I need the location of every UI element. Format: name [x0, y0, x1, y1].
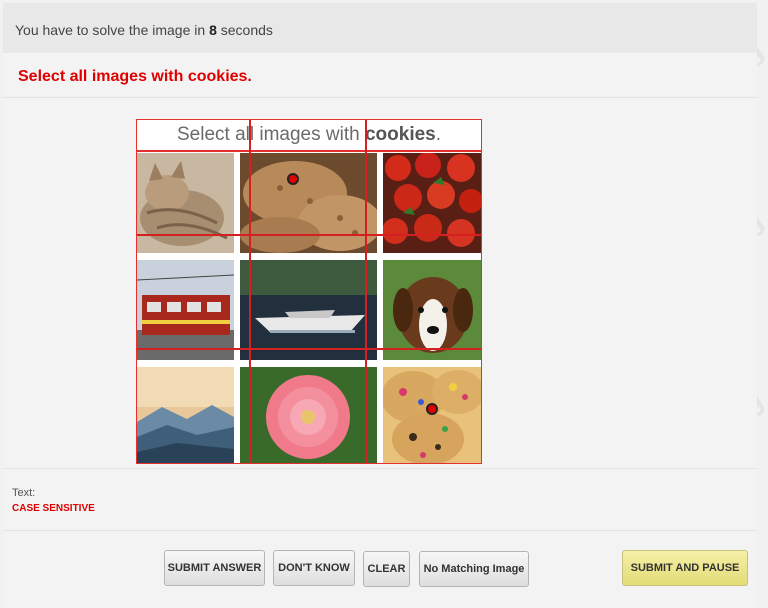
divider [3, 97, 757, 98]
captcha-title-keyword: cookies [364, 124, 436, 145]
tile-mountains[interactable] [137, 367, 234, 463]
submit-answer-button[interactable]: SUBMIT ANSWER [164, 550, 265, 586]
grid-line [365, 120, 367, 463]
tile-tomatoes[interactable] [383, 153, 481, 253]
tile-cat[interactable] [137, 153, 234, 253]
tile-dahlia[interactable] [240, 367, 377, 463]
divider [3, 468, 757, 469]
tile-train[interactable] [137, 260, 234, 360]
timer-prefix: You have to solve the image in [15, 22, 206, 38]
selection-marker[interactable] [426, 403, 438, 415]
instruction-text: Select all images with cookies. [18, 68, 252, 85]
captcha-title: Select all images with cookies. [137, 124, 481, 146]
grid-line [137, 234, 481, 236]
case-sensitive-label: CASE SENSITIVE [12, 503, 95, 514]
dont-know-button[interactable]: DON'T KNOW [273, 550, 355, 586]
timer-suffix: seconds [220, 22, 273, 38]
tile-cookies-2[interactable] [383, 367, 481, 463]
timer-seconds: 8 [209, 22, 217, 38]
grid-line [249, 120, 251, 463]
selection-marker[interactable] [287, 173, 299, 185]
tile-puppy[interactable] [383, 260, 481, 360]
captcha-image[interactable]: Select all images with cookies. [136, 119, 482, 464]
no-matching-image-button[interactable]: No Matching Image [419, 551, 529, 587]
submit-and-pause-button[interactable]: SUBMIT AND PAUSE [622, 550, 748, 586]
title-line [137, 150, 481, 152]
timer-text: You have to solve the image in 8 seconds [15, 22, 273, 38]
tile-cookies-1[interactable] [240, 153, 377, 253]
clear-button[interactable]: CLEAR [363, 551, 410, 587]
grid-line [137, 348, 481, 350]
divider [3, 530, 757, 531]
answer-text-label: Text: [12, 487, 36, 499]
timer-bar: You have to solve the image in 8 seconds [3, 3, 757, 54]
tile-boat[interactable] [240, 260, 377, 360]
captcha-title-prefix: Select all images with [176, 124, 360, 145]
captcha-title-suffix: . [435, 124, 442, 145]
